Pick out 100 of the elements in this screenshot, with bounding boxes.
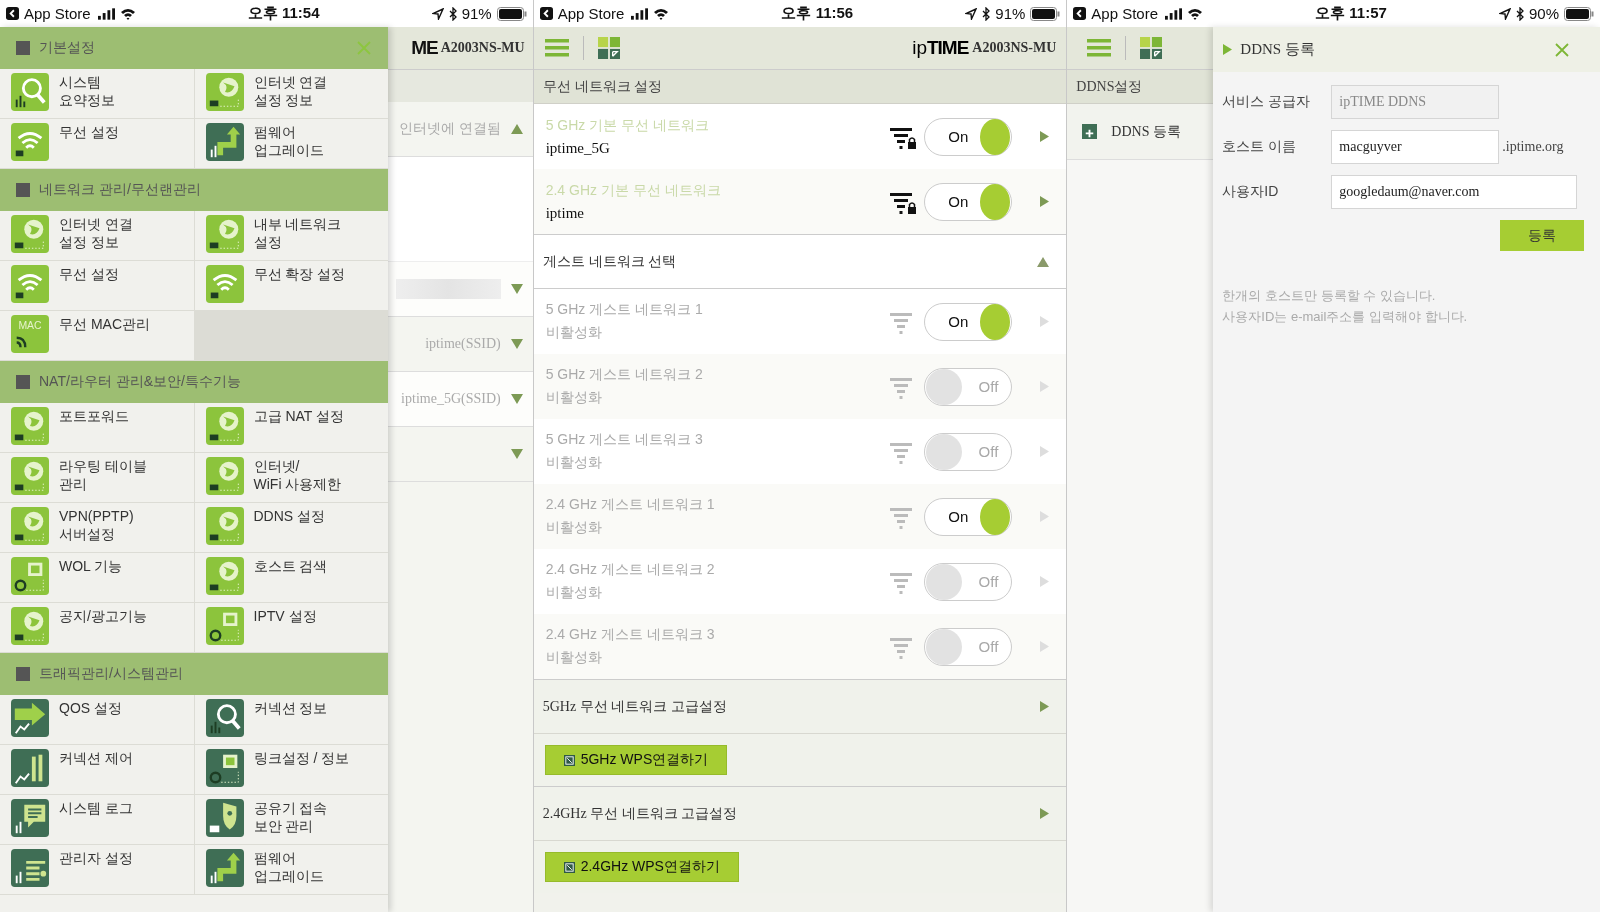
menu-item[interactable]: 인터넷/ WiFi 사용제한 [194, 453, 388, 502]
field-label: 호스트 이름 [1222, 138, 1298, 156]
network-title: 2.4 GHz 기본 무선 네트워크 [545, 181, 722, 200]
network-title: 2.4 GHz 게스트 네트워크 3 [545, 626, 716, 644]
menu-item[interactable]: 공지/광고기능 [0, 603, 194, 652]
menu-item[interactable]: 포트포워드 [0, 403, 194, 452]
menu-item[interactable]: 펌웨어 업그레이드 [194, 119, 388, 168]
menu-item[interactable]: 공유기 접속 보안 관리 [194, 795, 388, 844]
wps-button[interactable]: 5GHz WPS연결하기 [544, 745, 728, 775]
battery-icon [496, 6, 527, 21]
section-marker-icon [16, 667, 30, 681]
toggle-switch[interactable]: On [924, 497, 1013, 536]
sidebar-item[interactable]: DDNS 등록 [1067, 104, 1214, 160]
expand-arrow-icon[interactable] [510, 284, 523, 294]
location-icon [1498, 7, 1511, 20]
signal-icon [631, 7, 649, 20]
globe-icon [205, 507, 244, 545]
menu-item[interactable]: 인터넷 연결 설정 정보 [0, 211, 194, 260]
section-title: DDNS설정 [1076, 77, 1143, 96]
back-icon[interactable] [1073, 7, 1087, 20]
network-status: iptime [545, 204, 585, 222]
row-value: iptime_5G(SSID) [401, 391, 501, 407]
grid-icon[interactable] [597, 37, 620, 59]
bluetooth-icon [982, 6, 991, 21]
toggle-switch[interactable]: On [924, 302, 1013, 341]
menu-item[interactable]: 무선 설정 [0, 261, 194, 310]
menu-item[interactable]: 링크설정 / 정보 [194, 745, 388, 794]
globe-icon [205, 73, 244, 111]
menu-item[interactable]: 라우팅 테이블 관리 [0, 453, 194, 502]
toggle-switch[interactable]: On [924, 182, 1013, 221]
collapse-arrow-icon[interactable] [510, 124, 523, 134]
network-row[interactable]: 5 GHz 게스트 네트워크 1 비활성화 On [533, 289, 1067, 354]
network-status: 비활성화 [545, 389, 603, 407]
field-label: 서비스 공급자 [1222, 93, 1312, 111]
menu-item[interactable]: 무선 확장 설정 [194, 261, 388, 310]
expand-arrow-icon[interactable] [510, 449, 523, 459]
input-field[interactable]: macguyver [1331, 130, 1500, 164]
menu-item[interactable]: 내부 네트워크 설정 [194, 211, 388, 260]
menu-item[interactable]: MAC 무선 MAC관리 [0, 311, 194, 360]
row-value: 인터넷에 연결됨 [399, 120, 501, 138]
battery-percent: 91% [995, 5, 1026, 22]
back-icon[interactable] [6, 7, 19, 20]
wps-button[interactable]: 2.4GHz WPS연결하기 [544, 852, 739, 882]
section-marker-icon [16, 183, 30, 197]
menu-item[interactable]: 시스템 로그 [0, 795, 194, 844]
network-title: 5 GHz 게스트 네트워크 2 [545, 366, 704, 384]
menu-item[interactable]: DDNS 설정 [194, 503, 388, 552]
menu-item[interactable]: 펌웨어 업그레이드 [194, 845, 388, 894]
toggle-switch[interactable]: On [924, 117, 1013, 156]
chevron-right-icon[interactable] [1040, 701, 1050, 712]
globe-icon [11, 607, 49, 645]
menu-item[interactable]: WOL 기능 [0, 553, 194, 602]
menu-item[interactable]: 관리자 설정 [0, 845, 194, 894]
menu-item[interactable]: 무선 설정 [0, 119, 194, 168]
menu-item[interactable]: 커넥션 제어 [0, 745, 194, 794]
triangle-icon [1223, 44, 1233, 55]
row-title: 게스트 네트워크 선택 [542, 252, 677, 271]
chevron-right-icon[interactable] [1040, 808, 1050, 819]
menu-icon[interactable] [1087, 39, 1112, 57]
row-title: 5GHz 무선 네트워크 고급설정 [542, 697, 727, 716]
wifi-icon [653, 7, 670, 20]
input-field[interactable]: googledaum@naver.com [1331, 175, 1578, 209]
collapse-arrow-icon[interactable] [1037, 256, 1050, 267]
expand-arrow-icon[interactable] [510, 394, 523, 404]
back-label[interactable]: App Store [1091, 5, 1159, 22]
section-title: NAT/라우터 관리&보안/특수기능 [39, 373, 242, 391]
chevron-right-icon[interactable] [1040, 196, 1050, 207]
menu-item[interactable]: IPTV 설정 [194, 603, 388, 652]
menu-item[interactable]: 시스템 요약정보 [0, 69, 194, 118]
network-row[interactable]: 5 GHz 기본 무선 네트워크 iptime_5G On [533, 104, 1067, 169]
section-marker-icon [16, 41, 30, 55]
menu-item[interactable]: 인터넷 연결 설정 정보 [194, 69, 388, 118]
logo-text: ipTIME [912, 37, 969, 59]
guest-header-row[interactable]: 게스트 네트워크 선택 [533, 234, 1067, 289]
mac-wifi-icon: MAC [11, 315, 49, 353]
network-title: 5 GHz 기본 무선 네트워크 [545, 116, 711, 135]
menu-item[interactable]: VPN(PPTP) 서버설정 [0, 503, 194, 552]
close-icon[interactable] [1554, 41, 1570, 58]
globe-icon [11, 457, 49, 495]
menu-item[interactable]: QOS 설정 [0, 695, 194, 744]
section-marker-icon [16, 375, 30, 389]
back-label[interactable]: App Store [557, 5, 625, 22]
network-row[interactable]: 2.4 GHz 기본 무선 네트워크 iptime On [533, 169, 1067, 234]
back-label[interactable]: App Store [24, 5, 91, 22]
network-row[interactable]: 2.4 GHz 게스트 네트워크 1 비활성화 On [533, 484, 1067, 549]
wifi-icon [11, 265, 49, 303]
chat-icon [11, 799, 49, 837]
wifi-icon [1187, 7, 1204, 20]
menu-item[interactable]: 커넥션 정보 [194, 695, 388, 744]
section-title: 네트워크 관리/무선랜관리 [39, 181, 202, 199]
grid-icon[interactable] [1140, 37, 1163, 59]
chevron-right-icon[interactable] [1040, 131, 1050, 142]
menu-item[interactable]: 고급 NAT 설정 [194, 403, 388, 452]
network-status: 비활성화 [545, 584, 603, 602]
register-button[interactable]: 등록 [1500, 220, 1584, 251]
back-icon[interactable] [539, 7, 553, 20]
menu-item[interactable]: 호스트 검색 [194, 553, 388, 602]
menu-icon[interactable] [544, 39, 569, 57]
expand-arrow-icon[interactable] [510, 339, 523, 349]
plus-icon [1082, 124, 1098, 139]
